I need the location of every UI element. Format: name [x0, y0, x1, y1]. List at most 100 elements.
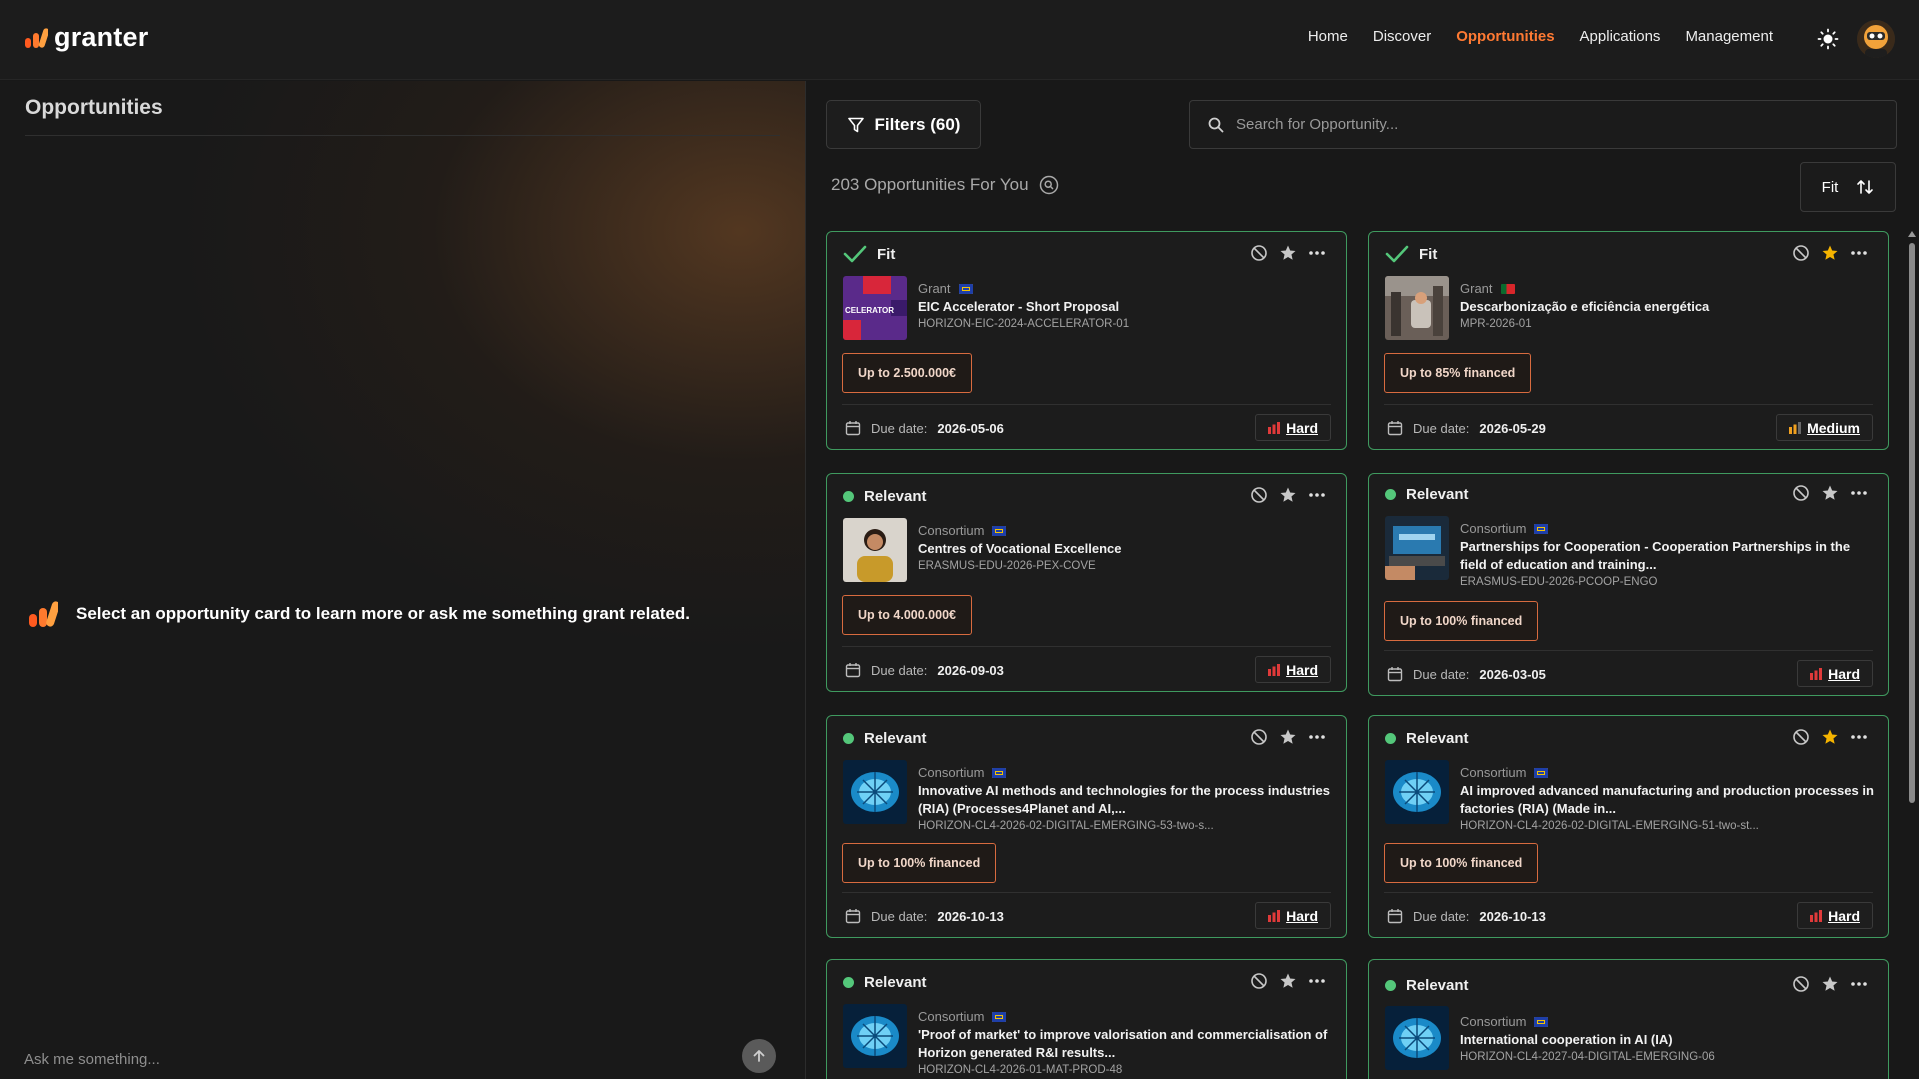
star-icon[interactable] — [1821, 728, 1839, 746]
due-date-value: 2026-03-05 — [1479, 666, 1546, 682]
opportunity-card[interactable]: Relevant Consortium 'Proof of market' to… — [826, 959, 1347, 1079]
block-icon[interactable] — [1250, 486, 1268, 504]
send-button[interactable] — [742, 1039, 776, 1073]
status-label: Relevant — [1406, 485, 1469, 503]
sort-button[interactable]: Fit — [1800, 162, 1896, 212]
calendar-icon — [845, 421, 861, 436]
more-icon[interactable] — [1850, 244, 1868, 262]
due-date-value: 2026-10-13 — [1479, 908, 1546, 924]
scroll-up-arrow-icon[interactable] — [1908, 231, 1916, 237]
funding-badge: Up to 100% financed — [842, 843, 997, 883]
due-date: Due date: 2026-09-03 — [845, 662, 1004, 678]
granter-logo[interactable]: granter — [24, 22, 148, 53]
search-box[interactable] — [1189, 100, 1897, 149]
card-status: Relevant — [843, 970, 927, 994]
card-status: Relevant — [1385, 973, 1469, 997]
card-status: Relevant — [1385, 482, 1469, 506]
block-icon[interactable] — [1250, 728, 1268, 746]
opportunity-card[interactable]: Fit CELERATOR Grant EIC Accelerator - Sh… — [826, 231, 1347, 450]
opportunity-title: Partnerships for Cooperation - Cooperati… — [1460, 539, 1851, 572]
opportunity-card[interactable]: Relevant Consortium International cooper… — [1368, 959, 1889, 1079]
difficulty-button[interactable]: Hard — [1255, 902, 1331, 929]
card-meta: Consortium Centres of Vocational Excelle… — [918, 518, 1338, 582]
star-icon[interactable] — [1279, 728, 1297, 746]
card-actions — [1792, 728, 1868, 746]
block-icon[interactable] — [1792, 728, 1810, 746]
portugal-flag-icon — [1500, 283, 1515, 294]
more-icon[interactable] — [1850, 484, 1868, 502]
card-meta: Consortium International cooperation in … — [1460, 1006, 1880, 1070]
opportunity-title: Innovative AI methods and technologies f… — [918, 783, 1330, 816]
nav-management[interactable]: Management — [1685, 28, 1773, 45]
user-avatar[interactable] — [1857, 20, 1895, 58]
nav-discover[interactable]: Discover — [1373, 28, 1431, 45]
card-meta: Grant Descarbonização e eficiência energ… — [1460, 276, 1880, 340]
funding-badge: Up to 100% financed — [1384, 601, 1539, 641]
card-body: Consortium Partnerships for Cooperation … — [1385, 516, 1880, 591]
difficulty-button[interactable]: Hard — [1255, 656, 1331, 683]
block-icon[interactable] — [1792, 484, 1810, 502]
thumb-text: CELERATOR — [845, 306, 894, 315]
due-date: Due date: 2026-03-05 — [1387, 666, 1546, 682]
more-icon[interactable] — [1850, 728, 1868, 746]
block-icon[interactable] — [1250, 244, 1268, 262]
card-status: Relevant — [843, 726, 927, 750]
opportunity-card[interactable]: Relevant Consortium Centres of Vocationa… — [826, 473, 1347, 692]
star-icon[interactable] — [1279, 972, 1297, 990]
type-row: Consortium — [918, 764, 1338, 781]
star-icon[interactable] — [1279, 244, 1297, 262]
ask-input[interactable] — [24, 1041, 724, 1077]
assistant-panel: Opportunities Select an opportunity card… — [0, 81, 805, 1079]
brain-image — [843, 1004, 907, 1068]
bar-chart-icon — [1268, 909, 1281, 922]
nav-home[interactable]: Home — [1308, 28, 1348, 45]
difficulty-label: Hard — [1286, 661, 1318, 678]
star-icon[interactable] — [1821, 484, 1839, 502]
nav-applications[interactable]: Applications — [1580, 28, 1661, 45]
star-icon[interactable] — [1279, 486, 1297, 504]
more-icon[interactable] — [1850, 975, 1868, 993]
search-input[interactable] — [1236, 116, 1856, 133]
due-date: Due date: 2026-10-13 — [845, 908, 1004, 924]
due-date-value: 2026-05-06 — [937, 420, 1004, 436]
star-icon[interactable] — [1821, 244, 1839, 262]
opportunity-type: Consortium — [918, 523, 985, 538]
opportunity-title: Descarbonização e eficiência energética — [1460, 299, 1710, 314]
opportunity-code: ERASMUS-EDU-2026-PCOOP-ENGO — [1460, 576, 1658, 588]
block-icon[interactable] — [1250, 972, 1268, 990]
nav-opportunities[interactable]: Opportunities — [1456, 28, 1554, 45]
search-circle-icon[interactable] — [1039, 175, 1059, 195]
search-icon — [1208, 117, 1224, 132]
star-icon[interactable] — [1821, 975, 1839, 993]
difficulty-label: Hard — [1286, 907, 1318, 924]
difficulty-button[interactable]: Hard — [1797, 660, 1873, 687]
opportunity-type: Consortium — [1460, 521, 1527, 536]
calendar-icon — [1387, 421, 1403, 436]
opportunity-card[interactable]: Relevant Consortium AI improved advanced… — [1368, 715, 1889, 938]
more-icon[interactable] — [1308, 972, 1326, 990]
sun-icon[interactable] — [1817, 28, 1839, 50]
difficulty-button[interactable]: Hard — [1797, 902, 1873, 929]
relevant-dot-icon — [843, 490, 854, 502]
opportunity-card[interactable]: Relevant Consortium Innovative AI method… — [826, 715, 1347, 938]
opportunity-card[interactable]: Fit Grant Descarbonização e eficiência e… — [1368, 231, 1889, 450]
filters-button[interactable]: Filters (60) — [826, 100, 981, 149]
more-icon[interactable] — [1308, 728, 1326, 746]
difficulty-button[interactable]: Medium — [1776, 414, 1873, 441]
difficulty-label: Hard — [1828, 665, 1860, 682]
opportunity-title: Centres of Vocational Excellence — [918, 541, 1122, 556]
brain-image — [843, 760, 907, 824]
scrollbar[interactable] — [1907, 231, 1917, 1079]
due-date-value: 2026-05-29 — [1479, 420, 1546, 436]
type-row: Grant — [918, 280, 1338, 297]
more-icon[interactable] — [1308, 244, 1326, 262]
block-icon[interactable] — [1792, 975, 1810, 993]
difficulty-button[interactable]: Hard — [1255, 414, 1331, 441]
opportunity-card[interactable]: Relevant Consortium Partnerships for Coo… — [1368, 473, 1889, 696]
scrollbar-thumb[interactable] — [1909, 243, 1915, 803]
block-icon[interactable] — [1792, 244, 1810, 262]
more-icon[interactable] — [1308, 486, 1326, 504]
status-label: Fit — [1419, 245, 1438, 263]
bar-chart-icon — [1810, 909, 1823, 922]
filter-icon — [847, 117, 864, 132]
